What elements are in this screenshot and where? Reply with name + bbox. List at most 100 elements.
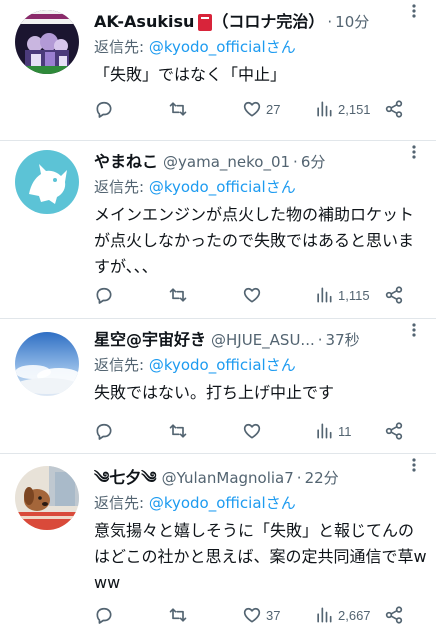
handle[interactable]: @HJUE_ASU... (211, 328, 315, 352)
like-button[interactable] (242, 284, 266, 306)
more-dots-icon[interactable] (406, 458, 422, 472)
timestamp[interactable]: 6分 (301, 150, 326, 174)
views-button[interactable]: 11 (314, 420, 352, 442)
avatar[interactable] (15, 150, 79, 214)
tweet-header: AK-Asukisu （コロナ完治） · 10分 (94, 10, 428, 34)
share-icon (385, 100, 403, 118)
display-name[interactable]: 星空@宇宙好き (94, 328, 206, 352)
action-bar: 11 (94, 420, 414, 442)
retweet-button[interactable] (168, 604, 192, 626)
more-dots-icon[interactable] (406, 145, 422, 159)
reply-button[interactable] (94, 604, 118, 626)
reply-button[interactable] (94, 284, 118, 306)
reply-icon (96, 101, 112, 118)
heart-icon (243, 607, 261, 623)
reply-suffix: さん (265, 38, 296, 56)
like-count: 37 (266, 607, 281, 623)
timestamp[interactable]: 22分 (305, 466, 339, 490)
heart-icon (243, 287, 261, 303)
separator-dot: · (327, 13, 333, 31)
reply-prefix: 返信先: (94, 178, 149, 196)
views-button[interactable]: 1,115 (314, 284, 370, 306)
tweet-item[interactable]: やまねこ @yama_neko_01 · 6分 返信先: @kyodo_offi… (0, 141, 436, 318)
tweet-item[interactable]: AK-Asukisu （コロナ完治） · 10分 返信先: @kyodo_off… (0, 0, 436, 140)
reply-button[interactable] (94, 98, 118, 120)
views-bar-chart-icon (317, 607, 332, 623)
like-button[interactable]: 27 (242, 98, 280, 120)
tweet-header: 星空@宇宙好き @HJUE_ASU... · 37秒 (94, 328, 428, 352)
reply-suffix: さん (265, 494, 296, 512)
separator-dot: · (293, 153, 298, 171)
share-button[interactable] (384, 604, 404, 626)
share-button[interactable] (384, 284, 404, 306)
share-button[interactable] (384, 98, 404, 120)
share-button[interactable] (384, 420, 404, 442)
timestamp[interactable]: 10分 (335, 10, 369, 34)
display-name[interactable]: ༄七夕༄ (94, 466, 157, 490)
retweet-icon (169, 424, 187, 438)
retweet-button[interactable] (168, 284, 192, 306)
reply-prefix: 返信先: (94, 494, 149, 512)
reply-button[interactable] (94, 420, 118, 442)
views-button[interactable]: 2,151 (314, 98, 371, 120)
avatar-dog-image (15, 466, 79, 530)
tweet-item[interactable]: ༄七夕༄ @YulanMagnolia7 · 22分 返信先: @kyodo_o… (0, 454, 436, 640)
display-name-suffix[interactable]: （コロナ完治） (212, 10, 324, 34)
reply-icon (96, 607, 112, 624)
tweet-content: やまねこ @yama_neko_01 · 6分 返信先: @kyodo_offi… (94, 150, 428, 280)
views-bar-chart-icon (317, 287, 332, 303)
share-icon (385, 422, 403, 440)
view-count: 1,115 (338, 287, 370, 303)
separator-dot: · (296, 469, 302, 487)
display-name[interactable]: AK-Asukisu (94, 10, 194, 34)
reply-context: 返信先: @kyodo_officialさん (94, 36, 428, 58)
views-bar-chart-icon (317, 101, 332, 117)
mention-link[interactable]: @kyodo_official (149, 38, 266, 56)
retweet-icon (169, 288, 187, 302)
tweet-header: やまねこ @yama_neko_01 · 6分 (94, 150, 428, 174)
heart-icon (243, 423, 261, 439)
reply-prefix: 返信先: (94, 38, 149, 56)
tweet-text: メインエンジンが点火した物の補助ロケットが点火しなかったので失敗ではあると思いま… (94, 205, 415, 276)
handle[interactable]: @YulanMagnolia7 (162, 466, 294, 490)
view-count: 11 (338, 423, 352, 439)
like-button[interactable] (242, 420, 266, 442)
reply-suffix: さん (265, 178, 296, 196)
tweet-text: 意気揚々と嬉しそうに「失敗」と報じてんのはどこの社かと思えば、案の定共同通信で草… (94, 521, 427, 592)
retweet-icon (169, 608, 187, 622)
action-bar: 37 2,667 (94, 604, 414, 626)
tweet-header: ༄七夕༄ @YulanMagnolia7 · 22分 (94, 466, 428, 490)
handle[interactable]: @yama_neko_01 (163, 150, 290, 174)
like-button[interactable]: 37 (242, 604, 280, 626)
reply-suffix: さん (265, 356, 296, 374)
timestamp[interactable]: 37秒 (326, 328, 360, 352)
more-dots-icon[interactable] (406, 323, 422, 337)
red-book-icon (198, 13, 213, 31)
avatar[interactable] (15, 10, 79, 74)
mention-link[interactable]: @kyodo_official (149, 356, 266, 374)
avatar[interactable] (15, 332, 79, 396)
separator-dot: · (317, 331, 323, 349)
views-button[interactable]: 2,667 (314, 604, 371, 626)
more-dots-icon[interactable] (406, 4, 422, 18)
avatar[interactable] (15, 466, 79, 530)
reply-context: 返信先: @kyodo_officialさん (94, 354, 428, 376)
mention-link[interactable]: @kyodo_official (149, 178, 266, 196)
reply-context: 返信先: @kyodo_officialさん (94, 176, 428, 198)
tweet-content: 星空@宇宙好き @HJUE_ASU... · 37秒 返信先: @kyodo_o… (94, 328, 428, 406)
tweet-content: AK-Asukisu （コロナ完治） · 10分 返信先: @kyodo_off… (94, 10, 428, 88)
action-bar: 27 2,151 (94, 98, 414, 120)
reply-icon (96, 423, 112, 440)
view-count: 2,151 (338, 101, 371, 117)
tweet-item[interactable]: 星空@宇宙好き @HJUE_ASU... · 37秒 返信先: @kyodo_o… (0, 319, 436, 453)
avatar-sky-image (15, 332, 79, 396)
reply-context: 返信先: @kyodo_officialさん (94, 492, 428, 514)
retweet-button[interactable] (168, 420, 192, 442)
retweet-button[interactable] (168, 98, 192, 120)
display-name[interactable]: やまねこ (94, 150, 158, 174)
tweet-text: 失敗ではない。打ち上げ中止です (94, 383, 335, 402)
action-bar: 1,115 (94, 284, 414, 306)
retweet-icon (169, 102, 187, 116)
mention-link[interactable]: @kyodo_official (149, 494, 266, 512)
avatar-anime-image (15, 10, 79, 74)
